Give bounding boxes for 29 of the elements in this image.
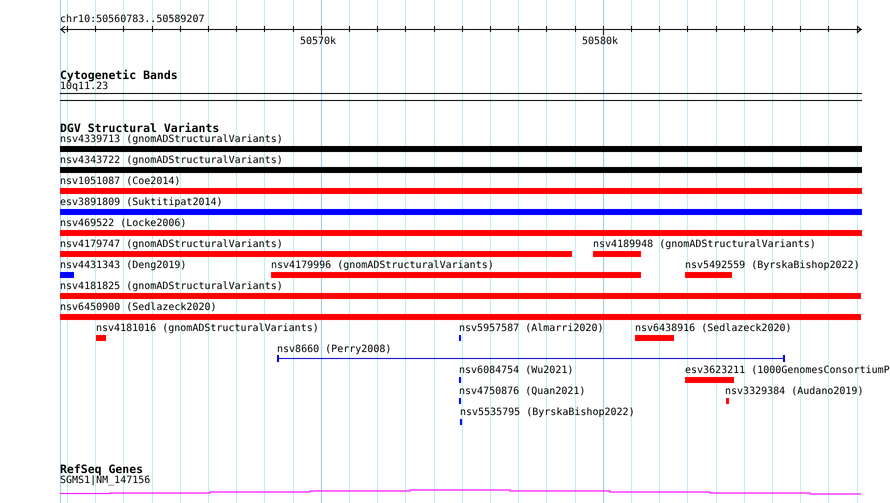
variant-label: nsv6438916 (Sedlazeck2020) [635,323,792,335]
variant-label: nsv6084754 (Wu2021) [459,365,574,377]
variant-label: nsv4179996 (gnomADStructuralVariants) [271,260,494,272]
variant-label: nsv4179747 (gnomADStructuralVariants) [60,239,283,251]
ruler-tick-label: 50570k [300,36,336,48]
location-label: chr10:50560783..50589207 [60,14,204,26]
track-title: Cytogenetic Bands [60,69,178,81]
variant-label: nsv4181825 (gnomADStructuralVariants) [60,281,283,293]
variant-label: nsv469522 (Locke2006) [60,218,186,230]
variant-label: nsv5957587 (Almarri2020) [459,323,604,335]
variant-label: nsv4339713 (gnomADStructuralVariants) [60,134,283,146]
band-label: 10q11.23 [60,81,108,93]
variant-label: nsv4343722 (gnomADStructuralVariants) [60,155,283,167]
variant-label: nsv4431343 (Deng2019) [60,260,186,272]
variant-label: nsv5492559 (ByrskaBishop2022) [685,260,860,272]
variant-label: nsv4189948 (gnomADStructuralVariants) [593,239,816,251]
variant-label: nsv5535795 (ByrskaBishop2022) [460,407,635,419]
variant-label: nsv1051087 (Coe2014) [60,176,180,188]
variant-label: nsv3329384 (Audano2019) [725,386,864,398]
ruler-tick-label: 50580k [582,36,618,48]
variant-label: nsv8660 (Perry2008) [277,344,392,356]
variant-label: nsv4181016 (gnomADStructuralVariants) [96,323,319,335]
track-title: DGV Structural Variants [60,122,220,134]
variant-label: esv3623211 (1000GenomesConsortiumP [685,365,890,377]
track-title: RefSeq Genes [60,463,144,475]
variant-label: esv3891809 (Suktitipat2014) [60,197,223,209]
variant-label: nsv6450900 (Sedlazeck2020) [60,302,217,314]
variant-label: nsv4750876 (Quan2021) [459,386,586,398]
gene-label: SGMS1|NM_147156 [60,475,150,487]
